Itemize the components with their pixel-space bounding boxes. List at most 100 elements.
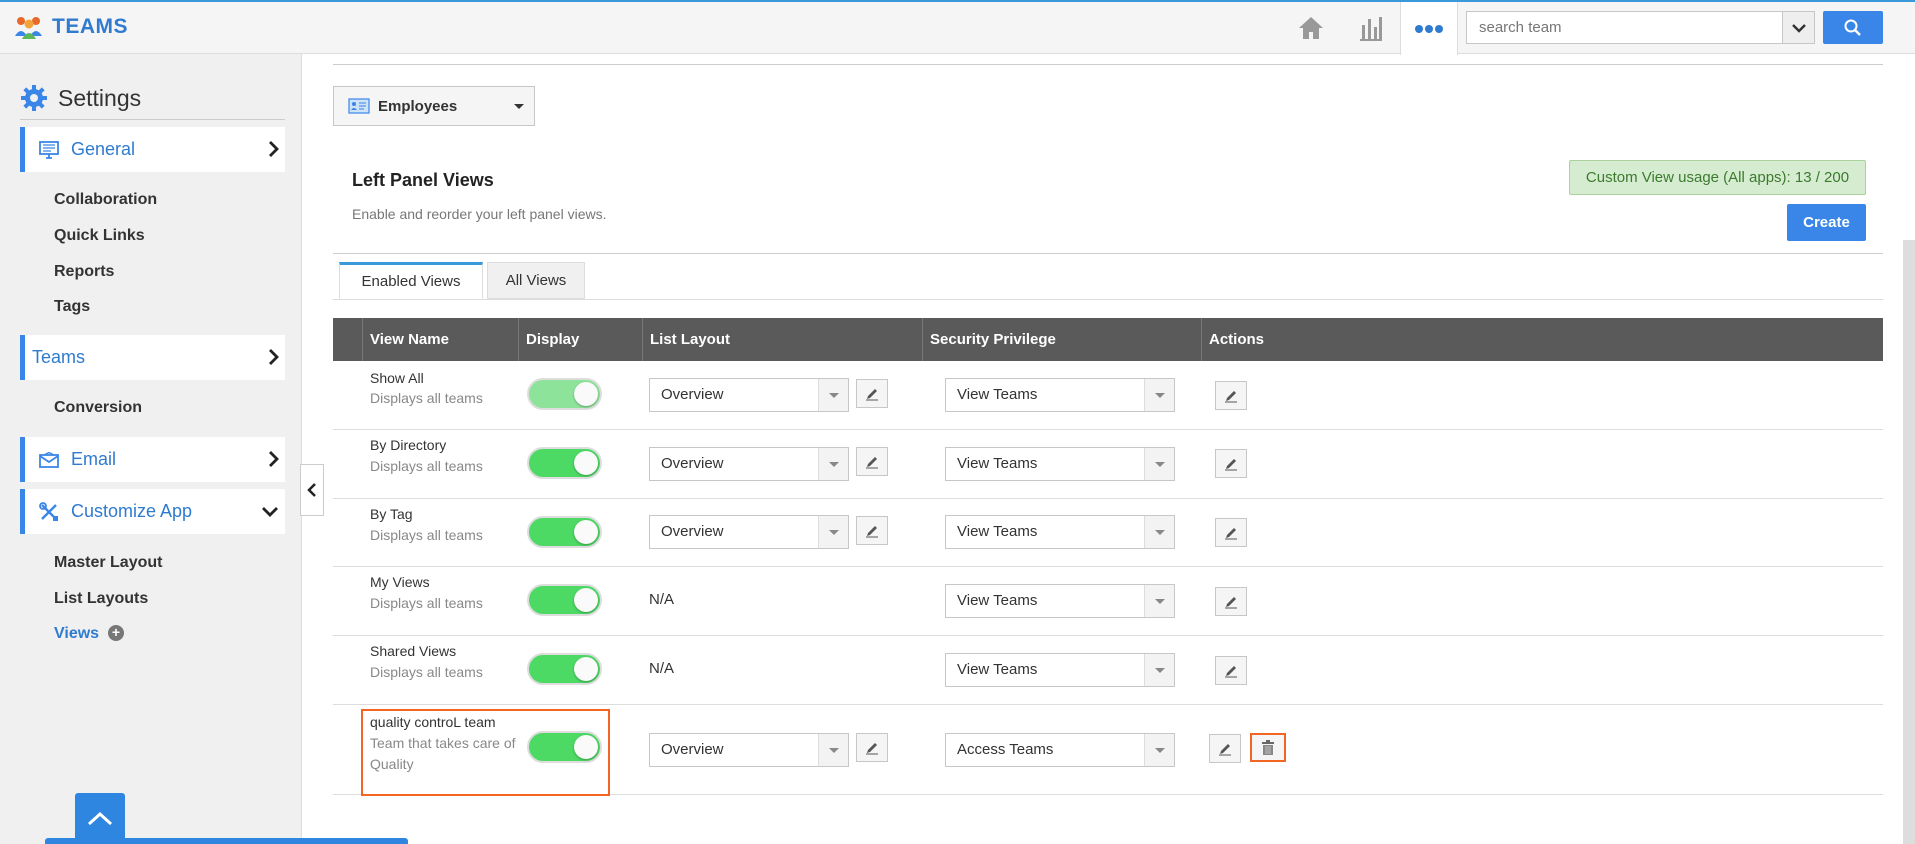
sidebar-subitem-tags[interactable]: Tags: [54, 298, 90, 316]
display-toggle[interactable]: [527, 653, 602, 685]
delete-view-button[interactable]: [1250, 733, 1286, 762]
column-header-view-name: View Name: [362, 318, 449, 361]
scroll-to-top-button[interactable]: [75, 793, 125, 844]
security-select[interactable]: View Teams: [945, 447, 1175, 481]
sidebar-subitem-collaboration[interactable]: Collaboration: [54, 191, 157, 209]
display-toggle[interactable]: [527, 378, 602, 410]
highlight-box: [361, 709, 610, 796]
chevron-right-icon: [269, 349, 279, 365]
sidebar-subitem-quick-links[interactable]: Quick Links: [54, 227, 145, 245]
table-row: By Directory Displays all teams Overview…: [333, 430, 1883, 499]
teams-logo-icon: [15, 17, 42, 39]
security-select[interactable]: View Teams: [945, 378, 1175, 412]
view-name: By Tag: [370, 506, 413, 522]
chevron-down-icon: [1791, 23, 1806, 33]
top-bar: TEAMS: [0, 0, 1915, 55]
edit-layout-button[interactable]: [856, 733, 888, 762]
sidebar-subitem-reports[interactable]: Reports: [54, 263, 114, 281]
column-header-actions: Actions: [1201, 318, 1264, 361]
contact-card-icon: [348, 98, 370, 114]
edit-layout-button[interactable]: [856, 379, 888, 408]
sidebar-item-email[interactable]: Email: [20, 437, 285, 482]
view-name: Shared Views: [370, 643, 457, 659]
edit-view-button[interactable]: [1215, 449, 1247, 478]
create-button[interactable]: Create: [1787, 204, 1866, 241]
scrollbar[interactable]: [1903, 240, 1915, 844]
table-row: Shared Views Displays all teams N/A View…: [333, 636, 1883, 705]
sidebar-item-label: Customize App: [71, 501, 193, 521]
home-icon[interactable]: [1292, 2, 1330, 54]
monitor-icon: [39, 140, 59, 159]
view-description: Displays all teams: [370, 595, 483, 611]
edit-view-button[interactable]: [1215, 381, 1247, 410]
sidebar-item-customize-app[interactable]: Customize App: [20, 489, 285, 534]
edit-layout-button[interactable]: [856, 516, 888, 545]
view-description: Displays all teams: [370, 664, 483, 680]
search-box: [1466, 11, 1783, 44]
search-icon: [1844, 19, 1861, 36]
sidebar-subitem-master-layout[interactable]: Master Layout: [54, 554, 162, 572]
brand[interactable]: TEAMS: [14, 14, 128, 40]
pencil-icon: [1225, 665, 1237, 677]
sidebar-subitem-list-layouts[interactable]: List Layouts: [54, 590, 148, 608]
security-select[interactable]: View Teams: [945, 515, 1175, 549]
list-layout-select[interactable]: Overview: [649, 447, 849, 481]
trash-icon: [1262, 739, 1274, 755]
table-row: My Views Displays all teams N/A View Tea…: [333, 567, 1883, 636]
edit-view-button[interactable]: [1209, 734, 1241, 763]
view-description: Displays all teams: [370, 458, 483, 474]
display-toggle[interactable]: [527, 447, 602, 479]
tab-all-views[interactable]: All Views: [487, 262, 585, 299]
add-view-icon[interactable]: +: [108, 625, 124, 641]
search-input[interactable]: [1467, 12, 1783, 43]
chevron-up-icon: [87, 811, 113, 825]
pencil-icon: [1225, 390, 1237, 402]
view-description: Displays all teams: [370, 527, 483, 543]
sidebar-subitem-conversion[interactable]: Conversion: [54, 399, 142, 417]
list-layout-select[interactable]: Overview: [649, 515, 849, 549]
display-toggle[interactable]: [527, 584, 602, 616]
security-select[interactable]: Access Teams: [945, 733, 1175, 767]
view-description: Displays all teams: [370, 390, 483, 406]
envelope-icon: [39, 451, 59, 468]
edit-view-button[interactable]: [1215, 587, 1247, 616]
module-select-label: Employees: [378, 97, 458, 115]
pencil-icon: [866, 742, 878, 754]
sidebar-item-teams[interactable]: Teams: [20, 335, 285, 380]
sidebar: Settings General Collaboration Quick Lin…: [0, 54, 302, 844]
chevron-right-icon: [269, 451, 279, 467]
security-select[interactable]: View Teams: [945, 584, 1175, 618]
collapse-sidebar-button[interactable]: [300, 464, 324, 516]
security-select[interactable]: View Teams: [945, 653, 1175, 687]
bar-chart-icon[interactable]: [1352, 2, 1390, 54]
column-header-display: Display: [518, 318, 579, 361]
view-name: By Directory: [370, 437, 447, 453]
settings-title: Settings: [58, 84, 142, 111]
edit-view-button[interactable]: [1215, 518, 1247, 547]
table-row: By Tag Displays all teams Overview View …: [333, 499, 1883, 567]
tab-enabled-views[interactable]: Enabled Views: [339, 262, 483, 299]
divider: [20, 119, 285, 120]
usage-badge: Custom View usage (All apps): 13 / 200: [1569, 160, 1866, 195]
list-layout-value: N/A: [649, 591, 675, 608]
edit-layout-button[interactable]: [856, 447, 888, 476]
pencil-icon: [866, 525, 878, 537]
sidebar-item-general[interactable]: General: [20, 127, 285, 172]
module-select[interactable]: Employees: [333, 86, 535, 126]
display-toggle[interactable]: [527, 516, 602, 548]
pencil-icon: [1225, 458, 1237, 470]
settings-header: Settings: [20, 84, 141, 112]
list-layout-select[interactable]: Overview: [649, 378, 849, 412]
sidebar-subitem-views[interactable]: Views: [54, 625, 99, 643]
chevron-right-icon: [269, 141, 279, 157]
more-icon[interactable]: [1400, 2, 1458, 55]
edit-view-button[interactable]: [1215, 656, 1247, 685]
sidebar-item-label: Teams: [32, 347, 86, 367]
divider: [333, 253, 1883, 254]
search-dropdown[interactable]: [1782, 11, 1815, 44]
sidebar-item-label: Email: [71, 449, 117, 469]
pencil-icon: [1219, 743, 1231, 755]
list-layout-select[interactable]: Overview: [649, 733, 849, 767]
search-button[interactable]: [1823, 11, 1883, 44]
table-header: View Name Display List Layout Security P…: [333, 318, 1883, 361]
